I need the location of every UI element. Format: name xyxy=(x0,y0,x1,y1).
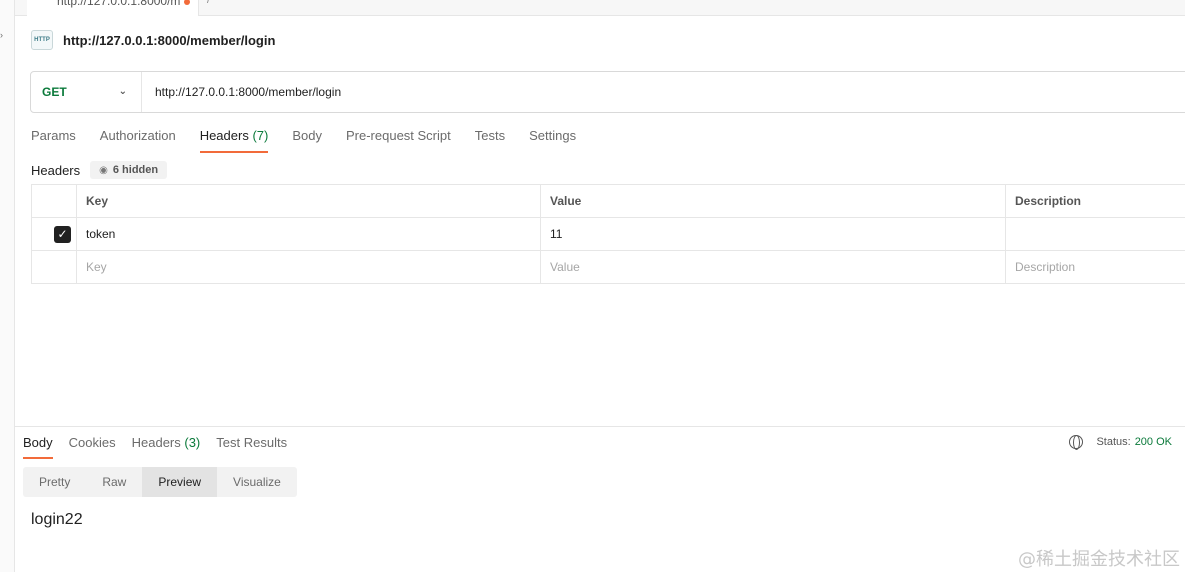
request-title: HTTP http://127.0.0.1:8000/member/login xyxy=(31,29,275,51)
view-raw[interactable]: Raw xyxy=(86,467,142,497)
request-tab[interactable]: http://127.0.0.1:8000/m xyxy=(27,0,199,16)
headers-count: (7) xyxy=(252,128,269,143)
checkmark-icon: ✓ xyxy=(57,227,68,241)
table-row: ✓ token 11 xyxy=(31,217,1185,251)
table-header-row: Key Value Description xyxy=(31,184,1185,218)
response-tab-test-results[interactable]: Test Results xyxy=(216,434,287,459)
response-status: Status: 200 OK xyxy=(1069,435,1172,450)
url-bar: GET ⌄ xyxy=(30,71,1185,113)
chevron-right-icon[interactable]: › xyxy=(0,30,3,40)
header-enabled-checkbox[interactable]: ✓ xyxy=(54,225,71,243)
response-preview: login22 xyxy=(31,511,83,528)
key-column-header: Key xyxy=(76,184,541,218)
hidden-headers-toggle[interactable]: ◉ 6 hidden xyxy=(90,161,168,179)
tab-body[interactable]: Body xyxy=(292,127,322,153)
header-value-cell[interactable]: 11 xyxy=(540,217,1006,251)
select-column-header xyxy=(31,184,77,218)
response-tab-body[interactable]: Body xyxy=(23,434,53,459)
request-tabs: Params Authorization Headers (7) Body Pr… xyxy=(31,127,600,153)
header-description-cell[interactable] xyxy=(1005,217,1185,251)
view-preview[interactable]: Preview xyxy=(142,467,218,497)
watermark: @稀土掘金技术社区 xyxy=(1018,549,1180,570)
tab-overflow[interactable]: / xyxy=(207,0,210,6)
table-row-new: Key Value Description xyxy=(31,250,1185,284)
header-key-cell[interactable]: token xyxy=(76,217,541,251)
value-column-header: Value xyxy=(540,184,1006,218)
description-column-header: Description xyxy=(1005,184,1185,218)
new-value-input[interactable]: Value xyxy=(540,250,1006,284)
tab-tests[interactable]: Tests xyxy=(475,127,505,153)
response-divider[interactable] xyxy=(15,426,1185,427)
globe-icon[interactable] xyxy=(1069,435,1084,450)
tab-authorization[interactable]: Authorization xyxy=(100,127,176,153)
new-key-input[interactable]: Key xyxy=(76,250,541,284)
tab-settings[interactable]: Settings xyxy=(529,127,576,153)
method-label: GET xyxy=(42,85,67,99)
response-tab-headers[interactable]: Headers (3) xyxy=(132,434,201,459)
tab-strip: http://127.0.0.1:8000/m / xyxy=(15,0,1185,16)
tab-params[interactable]: Params xyxy=(31,127,76,153)
view-pretty[interactable]: Pretty xyxy=(23,467,86,497)
method-select[interactable]: GET ⌄ xyxy=(31,72,142,112)
response-headers-count: (3) xyxy=(184,435,201,450)
response-tab-cookies[interactable]: Cookies xyxy=(69,434,116,459)
headers-section-label: Headers xyxy=(31,162,81,178)
status-label: Status: xyxy=(1096,436,1131,448)
unsaved-dot-icon xyxy=(184,0,191,5)
view-visualize[interactable]: Visualize xyxy=(217,467,297,497)
url-input[interactable] xyxy=(142,72,1185,112)
new-description-input[interactable]: Description xyxy=(1005,250,1185,284)
hidden-headers-label: 6 hidden xyxy=(112,164,159,176)
eye-icon: ◉ xyxy=(99,164,108,176)
http-icon: HTTP xyxy=(31,30,53,50)
request-name[interactable]: http://127.0.0.1:8000/member/login xyxy=(63,33,275,48)
status-code[interactable]: 200 OK xyxy=(1135,436,1172,448)
view-mode-selector: Pretty Raw Preview Visualize xyxy=(23,467,297,497)
tab-pre-request-script[interactable]: Pre-request Script xyxy=(346,127,451,153)
headers-section-header: Headers ◉ 6 hidden xyxy=(31,161,168,179)
chevron-down-icon: ⌄ xyxy=(118,86,127,97)
request-tab-label: http://127.0.0.1:8000/m xyxy=(57,0,181,8)
headers-table: Key Value Description ✓ token 11 Key Val… xyxy=(31,184,1185,284)
tab-headers[interactable]: Headers (7) xyxy=(199,127,269,153)
left-rail: › xyxy=(0,0,15,572)
response-tabs: Body Cookies Headers (3) Test Results xyxy=(23,434,303,459)
